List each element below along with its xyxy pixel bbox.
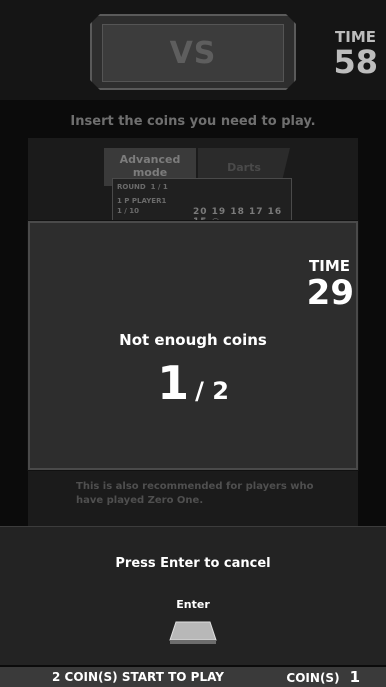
player-label: 1 P PLAYER1 (117, 197, 167, 205)
coin-count: 1/ 2 (0, 360, 386, 406)
cancel-instruction: Press Enter to cancel (115, 556, 271, 571)
instruction-text: Insert the coins you need to play. (70, 114, 316, 129)
enter-key-icon (169, 621, 217, 644)
round-label: ROUND 1 / 1 (117, 183, 168, 191)
start-info: 2 COIN(S) START TO PLAY (52, 670, 224, 684)
coins-label: COIN(S) (286, 671, 340, 685)
coins-value: 1 (349, 668, 360, 686)
modal-time-value: 29 (306, 273, 354, 313)
vs-label: VS (102, 24, 284, 82)
coin-counter: COIN(S) 1 (286, 668, 360, 686)
footer-bar: 2 COIN(S) START TO PLAY COIN(S) 1 (0, 667, 386, 687)
tab-advanced-mode-label: Advanced mode (119, 153, 181, 179)
tab-darts-label: Darts (227, 160, 261, 174)
mode-description: This is also recommended for players who… (76, 481, 314, 506)
top-time-value: 58 (333, 43, 378, 81)
player-value: 1 / 10 (117, 207, 140, 215)
modal-message: Not enough coins (119, 331, 267, 349)
coins-current: 1 (157, 356, 190, 410)
enter-label: Enter (176, 598, 210, 611)
enter-button[interactable] (168, 620, 218, 646)
coins-required: / 2 (195, 377, 229, 405)
